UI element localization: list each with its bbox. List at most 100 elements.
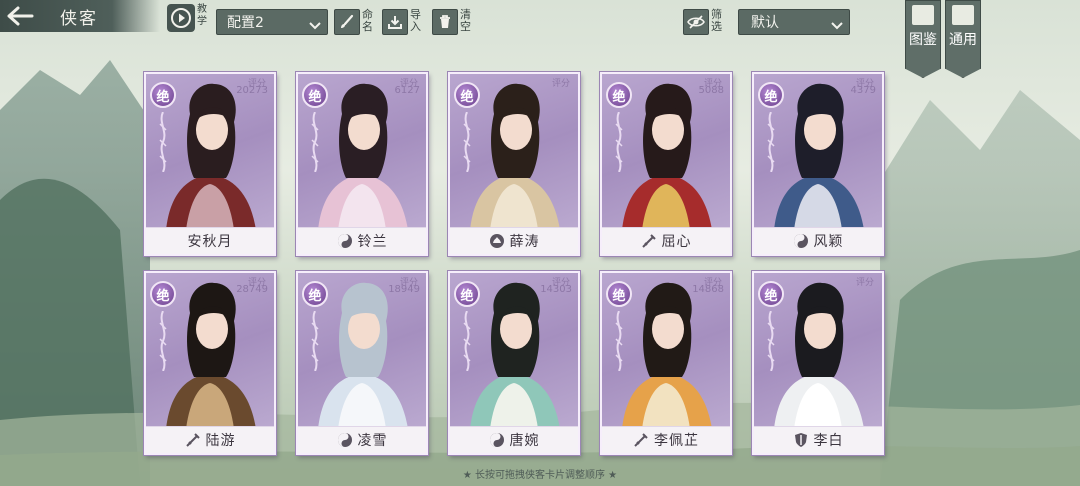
name-bar: 李白 bbox=[754, 426, 882, 453]
hero-card[interactable]: 绝 评分 薛涛 bbox=[448, 72, 580, 256]
rank-ornament bbox=[159, 112, 167, 172]
score-label: 评分 bbox=[551, 79, 570, 89]
rank-ornament bbox=[767, 311, 775, 371]
scroll-icon bbox=[952, 5, 974, 25]
score-value: 14868 bbox=[692, 284, 724, 295]
rank-ornament bbox=[311, 311, 319, 371]
hero-name: 陆游 bbox=[205, 433, 236, 449]
taiji-icon bbox=[337, 233, 358, 249]
rank-badge: 绝 bbox=[606, 82, 632, 108]
general-tab-label: 通用 bbox=[949, 32, 977, 48]
name-bar: 铃兰 bbox=[298, 227, 426, 254]
score-value: 28749 bbox=[236, 284, 268, 295]
download-icon bbox=[382, 9, 408, 35]
brush-icon bbox=[334, 9, 360, 35]
hero-card[interactable]: 绝 评分 4379 风颖 bbox=[752, 72, 884, 256]
score-value: 18949 bbox=[388, 284, 420, 295]
taiji-icon bbox=[793, 233, 814, 249]
rank-badge: 绝 bbox=[302, 82, 328, 108]
chevron-down-icon bbox=[831, 18, 843, 34]
import-label: 导入 bbox=[410, 8, 421, 33]
name-bar: 安秋月 bbox=[146, 227, 274, 254]
rank-badge: 绝 bbox=[302, 281, 328, 307]
rank-ornament bbox=[311, 112, 319, 172]
hero-name: 唐婉 bbox=[509, 433, 540, 449]
tutorial-button[interactable]: 教学 bbox=[167, 4, 211, 34]
hero-name: 凌雪 bbox=[357, 433, 388, 449]
hero-card[interactable]: 绝 评分 20273 安秋月 bbox=[144, 72, 276, 256]
name-bar: 屈心 bbox=[602, 227, 730, 254]
lotus-icon bbox=[489, 233, 510, 249]
config-value: 配置2 bbox=[227, 15, 264, 31]
rank-ornament bbox=[767, 112, 775, 172]
hero-name: 铃兰 bbox=[357, 234, 388, 250]
filter-button[interactable]: 筛选 bbox=[683, 9, 725, 37]
score-value: 5088 bbox=[698, 85, 724, 96]
play-icon bbox=[167, 4, 195, 32]
tutorial-label: 教学 bbox=[197, 4, 207, 27]
hero-name: 李白 bbox=[813, 433, 844, 449]
shield-icon bbox=[793, 432, 814, 448]
config-select[interactable]: 配置2 bbox=[216, 9, 328, 35]
back-button[interactable]: 侠客 bbox=[0, 0, 160, 32]
hero-card[interactable]: 绝 评分 14303 唐婉 bbox=[448, 271, 580, 455]
rank-badge: 绝 bbox=[606, 281, 632, 307]
hero-card[interactable]: 绝 评分 14868 李佩芷 bbox=[600, 271, 732, 455]
hero-card[interactable]: 绝 评分 18949 凌雪 bbox=[296, 271, 428, 455]
general-tab[interactable]: 通用 bbox=[945, 0, 981, 78]
hero-card[interactable]: 绝 评分 28749 陆游 bbox=[144, 271, 276, 455]
hero-name: 风颖 bbox=[813, 234, 844, 250]
page-title: 侠客 bbox=[60, 8, 98, 29]
rank-badge: 绝 bbox=[758, 82, 784, 108]
taiji-icon bbox=[337, 432, 358, 448]
name-bar: 薛涛 bbox=[450, 227, 578, 254]
codex-tab-label: 图鉴 bbox=[909, 32, 937, 48]
rename-button[interactable]: 命名 bbox=[334, 9, 376, 37]
rank-ornament bbox=[463, 112, 471, 172]
hero-name: 李佩芷 bbox=[654, 433, 699, 449]
rank-ornament bbox=[615, 311, 623, 371]
sword-icon bbox=[185, 432, 206, 448]
name-bar: 李佩芷 bbox=[602, 426, 730, 453]
hero-card[interactable]: 绝 评分 李白 bbox=[752, 271, 884, 455]
drag-hint: ★ 长按可拖拽侠客卡片调整顺序 ★ bbox=[462, 470, 618, 481]
score-value: 14303 bbox=[540, 284, 572, 295]
rank-ornament bbox=[463, 311, 471, 371]
name-bar: 风颖 bbox=[754, 227, 882, 254]
rank-badge: 绝 bbox=[758, 281, 784, 307]
chevron-down-icon bbox=[309, 18, 321, 34]
name-bar: 唐婉 bbox=[450, 426, 578, 453]
sort-value: 默认 bbox=[751, 15, 779, 31]
score-value: 20273 bbox=[236, 85, 268, 96]
trash-icon bbox=[432, 9, 458, 35]
hero-card[interactable]: 绝 评分 5088 屈心 bbox=[600, 72, 732, 256]
clear-button[interactable]: 清空 bbox=[432, 9, 474, 37]
hero-card[interactable]: 绝 评分 6127 铃兰 bbox=[296, 72, 428, 256]
hero-name: 屈心 bbox=[661, 234, 692, 250]
sword-icon bbox=[641, 233, 662, 249]
sword-icon bbox=[633, 432, 654, 448]
name-bar: 陆游 bbox=[146, 426, 274, 453]
rank-ornament bbox=[615, 112, 623, 172]
codex-tab[interactable]: 图鉴 bbox=[905, 0, 941, 78]
rank-badge: 绝 bbox=[150, 82, 176, 108]
score-value: 4379 bbox=[850, 85, 876, 96]
sort-select[interactable]: 默认 bbox=[738, 9, 850, 35]
book-icon bbox=[912, 5, 934, 25]
rank-ornament bbox=[159, 311, 167, 371]
import-button[interactable]: 导入 bbox=[382, 9, 424, 37]
name-bar: 凌雪 bbox=[298, 426, 426, 453]
hero-name: 安秋月 bbox=[187, 234, 233, 250]
hero-name: 薛涛 bbox=[509, 234, 540, 250]
filter-label: 筛选 bbox=[711, 8, 722, 33]
rank-badge: 绝 bbox=[454, 281, 480, 307]
score-value: 6127 bbox=[394, 85, 420, 96]
rank-badge: 绝 bbox=[454, 82, 480, 108]
rank-badge: 绝 bbox=[150, 281, 176, 307]
back-arrow-icon bbox=[0, 0, 40, 32]
taiji-icon bbox=[489, 432, 510, 448]
score-label: 评分 bbox=[855, 278, 874, 288]
rename-label: 命名 bbox=[362, 8, 373, 33]
eye-slash-icon bbox=[683, 9, 709, 35]
clear-label: 清空 bbox=[460, 8, 471, 33]
